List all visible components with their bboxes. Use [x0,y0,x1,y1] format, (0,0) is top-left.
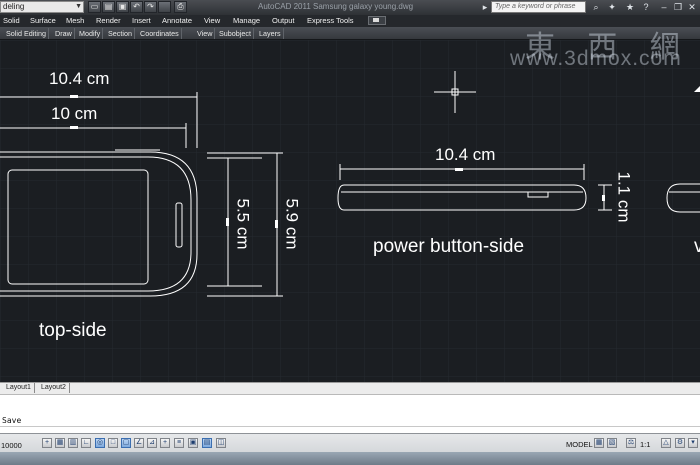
favorites-star-icon[interactable]: ★ [624,1,636,13]
workspace-switching-icon[interactable]: ⚙ [675,438,685,448]
object-snap-icon[interactable]: □ [108,438,118,448]
panel-draw[interactable]: Draw [53,28,75,39]
dim-tick-side-width [455,168,463,171]
dim-tick-height-outer [275,220,278,228]
taskbar-strip [0,452,700,465]
label-partial-view: v [694,236,700,257]
window-title: AutoCAD 2011 Samsung galaxy young.dwg [258,2,414,11]
object-snap-tracking-icon[interactable]: ∠ [134,438,144,448]
selection-cycling-icon[interactable]: ◫ [216,438,226,448]
dim-tick-thickness [602,195,605,201]
snap-mode-icon[interactable]: ▦ [55,438,65,448]
label-top-side: top-side [39,320,107,341]
panel-coordinates[interactable]: Coordinates [138,28,182,39]
panel-modify[interactable]: Modify [77,28,104,39]
command-window[interactable] [0,395,700,433]
tab-layout1[interactable]: Layout1 [3,383,35,393]
layout-tab-bar [0,382,700,395]
panel-toggle-icon [373,18,379,22]
dim-text-side-width: 10.4 cm [435,145,496,164]
tab-layout2[interactable]: Layout2 [38,383,70,393]
search-input[interactable]: Type a keyword or phrase [491,1,586,13]
open-folder-icon[interactable]: ▤ [102,1,115,13]
communication-center-icon[interactable]: ✦ [606,1,618,13]
panel-section[interactable]: Section [106,28,135,39]
tab-solid[interactable]: Solid [3,15,20,27]
redo-icon[interactable]: ↷ [144,1,157,13]
grid-display-icon[interactable]: ▥ [68,438,78,448]
tab-insert[interactable]: Insert [132,15,151,27]
drawing-canvas[interactable]: 10.4 cm 10 cm 5.5 cm 5.9 cm 10.4 cm 1.1 … [0,31,700,382]
dim-text-top-outer: 10.4 cm [49,69,110,88]
watermark-url: www.3dmox.com [510,47,682,70]
search-icon[interactable]: ⌕ [590,1,602,13]
new-file-icon[interactable]: ▭ [88,1,101,13]
lineweight-icon[interactable]: ≡ [174,438,184,448]
polar-tracking-icon[interactable]: ◎ [95,438,105,448]
tab-render[interactable]: Render [96,15,121,27]
print-icon[interactable]: ⎙ [174,1,187,13]
restore-icon[interactable]: ❐ [672,1,684,13]
workspace-value: deling [3,2,25,11]
infer-constraints-icon[interactable]: + [42,438,52,448]
coordinate-readout[interactable]: 10000 [1,441,22,450]
dynamic-ucs-icon[interactable]: ⊿ [147,438,157,448]
annotation-visibility-icon[interactable]: △ [661,438,671,448]
save-icon[interactable]: ▣ [116,1,129,13]
quick-view-drawings-icon[interactable]: ▧ [607,438,617,448]
workspace-dropdown[interactable]: deling ▼ [0,1,84,13]
tab-manage[interactable]: Manage [233,15,260,27]
dynamic-input-icon[interactable]: + [160,438,170,448]
tab-output[interactable]: Output [272,15,295,27]
quick-properties-icon[interactable]: ▤ [202,438,212,448]
ribbon-minimize-toggle[interactable] [368,16,386,25]
transparency-icon[interactable]: ▣ [188,438,198,448]
chevron-down-icon: ▼ [75,3,82,10]
dim-text-top-inner: 10 cm [51,104,98,123]
dim-tick-top-inner [70,126,78,129]
panel-view[interactable]: View [195,28,216,39]
toolbar-lock-icon[interactable]: ▾ [688,438,698,448]
annotation-scale-icon[interactable]: ⚖ [626,438,636,448]
ortho-mode-icon[interactable]: ∟ [81,438,91,448]
binoculars-icon[interactable]: ▸ [479,1,491,13]
tab-surface[interactable]: Surface [30,15,56,27]
close-icon[interactable]: ✕ [686,1,698,13]
help-icon[interactable]: ? [640,1,652,13]
model-space-toggle[interactable]: MODEL [566,440,593,449]
label-power-button-side: power button-side [373,236,525,257]
command-history-text: Save [2,416,22,425]
dim-text-thickness: 1.1 cm [614,171,634,223]
panel-layers[interactable]: Layers [257,28,284,39]
panel-subobject[interactable]: Subobject [217,28,254,39]
panel-solid-editing[interactable]: Solid Editing [4,28,49,39]
blank-tool-icon[interactable] [158,1,171,13]
undo-icon[interactable]: ↶ [130,1,143,13]
tab-annotate[interactable]: Annotate [162,15,192,27]
search-placeholder: Type a keyword or phrase [495,3,576,10]
minimize-icon[interactable]: – [658,1,670,13]
dim-text-height-inner: 5.5 cm [233,198,253,250]
quick-view-layouts-icon[interactable]: ▦ [594,438,604,448]
dim-tick-top-outer [70,95,78,98]
dim-text-height-outer: 5.9 cm [282,198,302,250]
command-input-line[interactable] [0,426,700,427]
tab-view[interactable]: View [204,15,220,27]
tab-express-tools[interactable]: Express Tools [307,15,354,27]
3d-object-snap-icon[interactable]: ▢ [121,438,131,448]
tab-mesh[interactable]: Mesh [66,15,84,27]
dim-tick-height-inner [226,218,229,226]
annotation-scale-value[interactable]: 1:1 [640,440,650,449]
